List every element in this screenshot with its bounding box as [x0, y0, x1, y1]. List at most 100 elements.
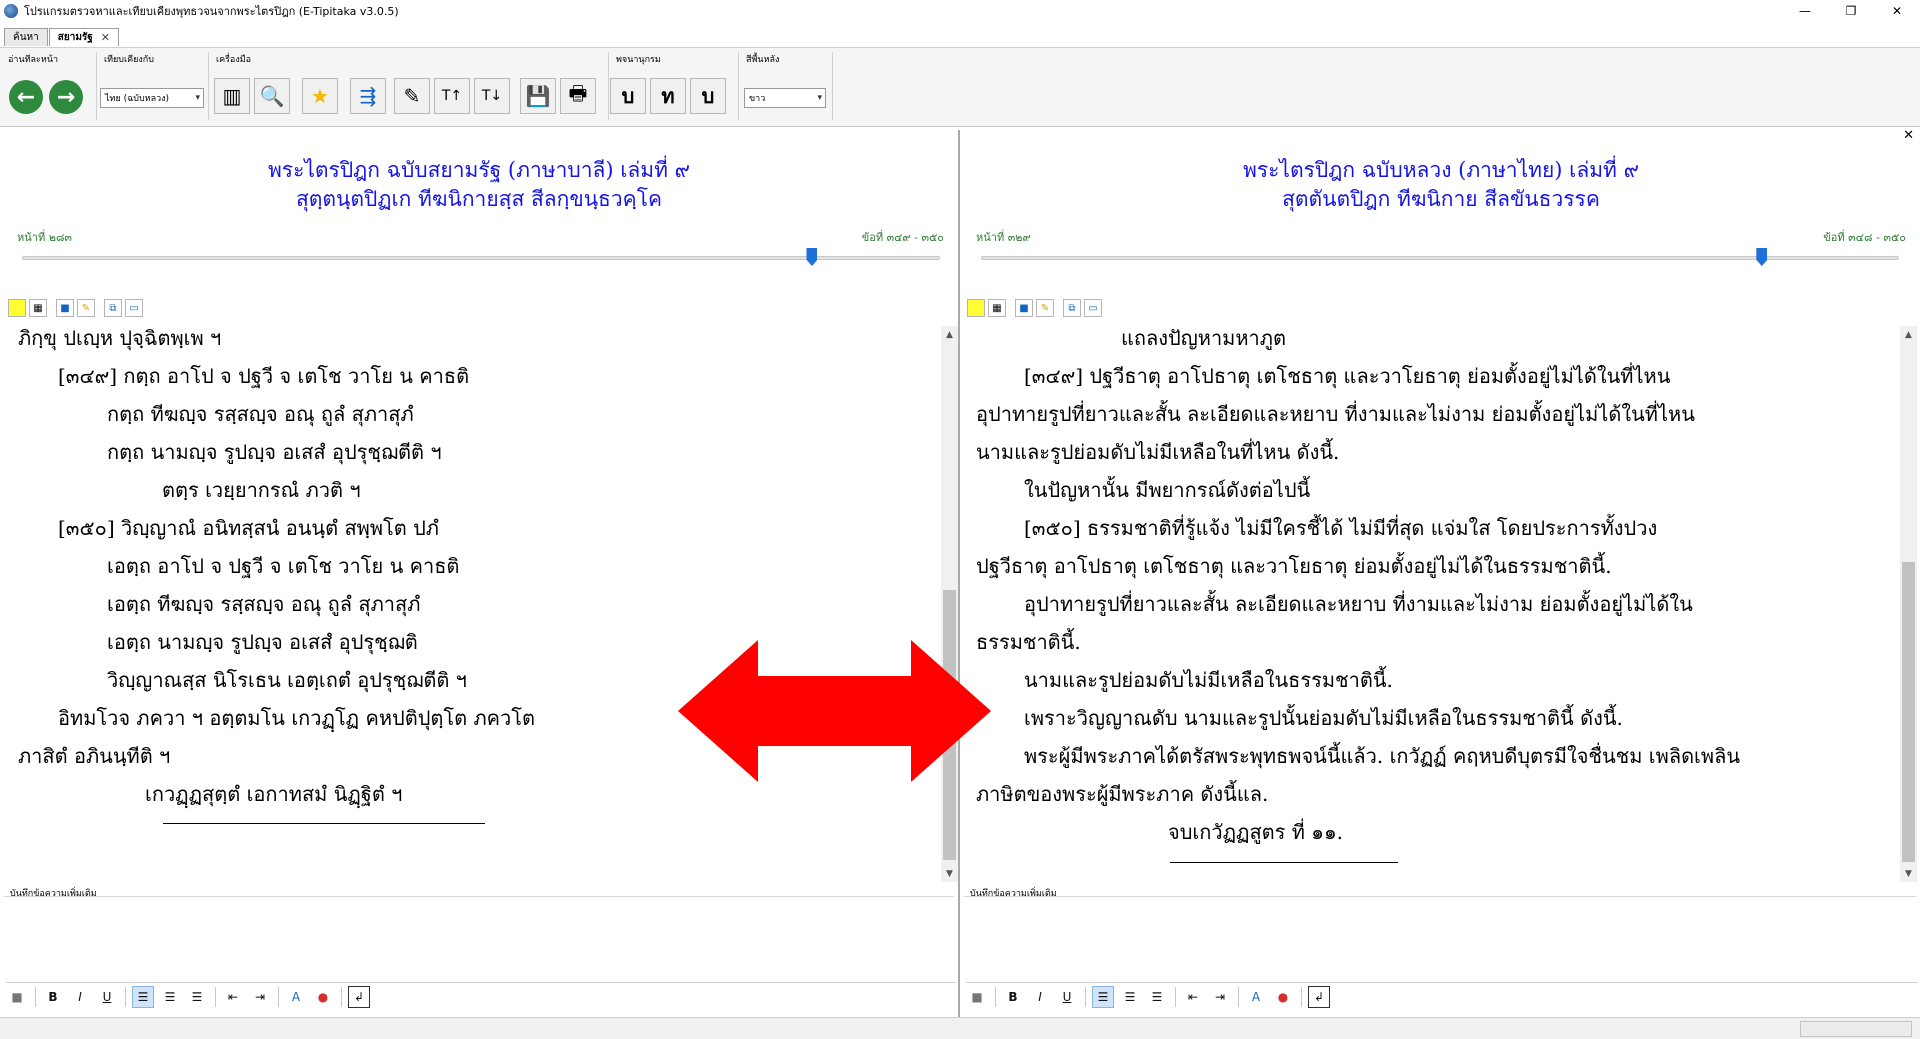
right-text-content: แถลงปัญหามหาภูต [๓๔๙] ปฐวีธาตุ อาโปธาตุ …: [962, 318, 1898, 878]
right-notes-input[interactable]: [964, 896, 1916, 978]
right-scroll-thumb[interactable]: [1902, 562, 1915, 862]
save-icon[interactable]: ■: [1015, 299, 1033, 317]
scroll-up-icon[interactable]: ▲: [1900, 326, 1917, 343]
underline-button[interactable]: U: [96, 986, 118, 1008]
text-line: เอตฺถ ทีฆญฺจ รสฺสญฺจ อณุ ถูลํ สุภาสุภํ: [107, 592, 421, 616]
left-mini-toolbar: ▦ ■ ✎ ⧉ ▭: [8, 298, 146, 318]
dict-pali-thai-icon[interactable]: บ: [610, 78, 646, 114]
text-line: วิญฺญาณสฺส นิโรเธน เอตฺเถตํ อุปรุชฺฌตีติ…: [107, 668, 467, 692]
right-heading-1: พระไตรปิฎก ฉบับหลวง (ภาษาไทย) เล่มที่ ๙: [1243, 158, 1639, 182]
star-icon[interactable]: ★: [302, 78, 338, 114]
indent-icon[interactable]: ⇥: [249, 986, 271, 1008]
bold-button[interactable]: B: [1002, 986, 1024, 1008]
save-icon[interactable]: ■: [966, 986, 988, 1008]
font-color-button[interactable]: A: [1245, 986, 1267, 1008]
back-arrow-icon[interactable]: ←: [9, 80, 43, 114]
right-slider-thumb[interactable]: [1756, 248, 1768, 266]
left-scrollbar[interactable]: ▲ ▼: [941, 326, 958, 882]
group-tools: เครื่องมือ ▥ 🔍 ★ ⇶ ✎ T↑ T↓ 💾 🖶: [208, 50, 608, 124]
right-item-number: ข้อที่ ๓๔๘ - ๓๕๐: [1823, 231, 1906, 244]
window-icon[interactable]: ▭: [1084, 299, 1102, 317]
compare-select[interactable]: ไทย (ฉบับหลวง) ▾: [100, 88, 204, 108]
close-icon[interactable]: ✕: [1903, 128, 1914, 143]
text-line: อุปาทายรูปที่ยาวและสั้น ละเอียดและหยาบ ท…: [976, 402, 1695, 426]
divider: [163, 823, 485, 824]
chevron-down-icon: ▾: [817, 93, 822, 103]
align-left-icon[interactable]: ☰: [1092, 985, 1114, 1008]
right-format-toolbar: ■ B I U ☰ ☰ ☰ ⇤ ⇥ A ● ↲: [966, 982, 1918, 1010]
status-box: [1800, 1021, 1912, 1037]
font-decrease-icon[interactable]: T↓: [474, 78, 510, 114]
right-mini-toolbar: ▦ ■ ✎ ⧉ ▭: [967, 298, 1105, 318]
tab-search[interactable]: ค้นหา: [4, 28, 48, 46]
color-palette-icon[interactable]: ●: [1272, 986, 1294, 1008]
forward-arrow-icon[interactable]: →: [49, 80, 83, 114]
left-text-content: ภิกฺขุ ปเญฺห ปุจฺฉิตพฺเพ ฯ [๓๔๙] กตฺถ อา…: [0, 318, 940, 878]
italic-button[interactable]: I: [69, 986, 91, 1008]
right-page-number: หน้าที่ ๓๒๙: [976, 231, 1031, 244]
close-button[interactable]: ✕: [1874, 0, 1920, 22]
import-icon[interactable]: ⇶: [350, 78, 386, 114]
maximize-button[interactable]: ❐: [1828, 0, 1874, 22]
chevron-down-icon: ▾: [195, 93, 200, 103]
align-left-icon[interactable]: ☰: [132, 985, 154, 1008]
text-line: นามและรูปย่อมดับไม่มีเหลือในที่ไหน ดังนี…: [976, 440, 1340, 464]
group-label-compare: เทียบเคียงกับ: [104, 55, 154, 65]
color-palette-icon[interactable]: ●: [312, 986, 334, 1008]
image-icon[interactable]: ▦: [988, 299, 1006, 317]
scroll-up-icon[interactable]: ▲: [941, 326, 958, 343]
save-icon[interactable]: ■: [56, 299, 74, 317]
text-line: เพราะวิญญาณดับ นามและรูปนั้นย่อมดับไม่มี…: [1024, 706, 1623, 730]
clear-icon[interactable]: ✎: [77, 299, 95, 317]
font-increase-icon[interactable]: T↑: [434, 78, 470, 114]
dict-thai-pali-icon[interactable]: ท: [650, 78, 686, 114]
scroll-down-icon[interactable]: ▼: [941, 865, 958, 882]
right-heading-2: สุตตันตปิฎก ทีฆนิกาย สีลขันธวรรค: [1282, 187, 1600, 211]
text-line: อุปาทายรูปที่ยาวและสั้น ละเอียดและหยาบ ท…: [1024, 592, 1693, 616]
align-center-icon[interactable]: ☰: [159, 986, 181, 1008]
left-page-number: หน้าที่ ๒๘๓: [17, 231, 72, 244]
underline-button[interactable]: U: [1056, 986, 1078, 1008]
indent-icon[interactable]: ⇥: [1209, 986, 1231, 1008]
dict-pali-english-icon[interactable]: บ: [690, 78, 726, 114]
outdent-icon[interactable]: ⇤: [222, 986, 244, 1008]
bold-button[interactable]: B: [42, 986, 64, 1008]
group-label-dictionary: พจนานุกรม: [616, 55, 661, 65]
save-icon[interactable]: 💾: [520, 78, 556, 114]
italic-button[interactable]: I: [1029, 986, 1051, 1008]
left-page-slider[interactable]: [22, 256, 940, 260]
text-line: ปฐวีธาตุ อาโปธาตุ เตโชธาตุ และวาโยธาตุ ย…: [976, 554, 1612, 578]
text-line: จบเกวัฏฏสูตร ที่ ๑๑.: [1168, 820, 1344, 844]
search-icon[interactable]: 🔍: [254, 78, 290, 114]
background-select[interactable]: ขาว ▾: [744, 88, 826, 108]
clear-icon[interactable]: ✎: [1036, 299, 1054, 317]
insert-icon[interactable]: ↲: [348, 985, 370, 1008]
font-edit-icon[interactable]: ✎: [394, 78, 430, 114]
align-right-icon[interactable]: ☰: [1146, 986, 1168, 1008]
layout-icon[interactable]: ▥: [214, 78, 250, 114]
scroll-down-icon[interactable]: ▼: [1900, 865, 1917, 882]
image-icon[interactable]: ▦: [29, 299, 47, 317]
copy-icon[interactable]: ⧉: [104, 299, 122, 317]
save-icon[interactable]: ■: [6, 986, 28, 1008]
insert-icon[interactable]: ↲: [1308, 985, 1330, 1008]
highlight-icon[interactable]: [967, 299, 985, 317]
highlight-icon[interactable]: [8, 299, 26, 317]
window-icon[interactable]: ▭: [125, 299, 143, 317]
tab-siamrath[interactable]: สยามรัฐ ✕: [48, 28, 120, 46]
align-right-icon[interactable]: ☰: [186, 986, 208, 1008]
align-center-icon[interactable]: ☰: [1119, 986, 1141, 1008]
close-icon[interactable]: ✕: [101, 31, 110, 44]
minimize-button[interactable]: —: [1782, 0, 1828, 22]
text-line: ภาสิตํ อภินนฺทีติ ฯ: [18, 744, 171, 768]
right-scrollbar[interactable]: ▲ ▼: [1900, 326, 1917, 882]
ribbon-toolbar: อ่านทีละหน้า ← → เทียบเคียงกับ ไทย (ฉบับ…: [0, 47, 1920, 127]
text-line: นามและรูปย่อมดับไม่มีเหลือในธรรมชาตินี้.: [1024, 668, 1393, 692]
outdent-icon[interactable]: ⇤: [1182, 986, 1204, 1008]
print-icon[interactable]: 🖶: [560, 78, 596, 114]
font-color-button[interactable]: A: [285, 986, 307, 1008]
copy-icon[interactable]: ⧉: [1063, 299, 1081, 317]
left-slider-thumb[interactable]: [806, 248, 818, 266]
text-line: กตฺถ ทีฆญฺจ รสฺสญฺจ อณุ ถูลํ สุภาสุภํ: [107, 402, 414, 426]
left-notes-input[interactable]: [4, 896, 954, 978]
